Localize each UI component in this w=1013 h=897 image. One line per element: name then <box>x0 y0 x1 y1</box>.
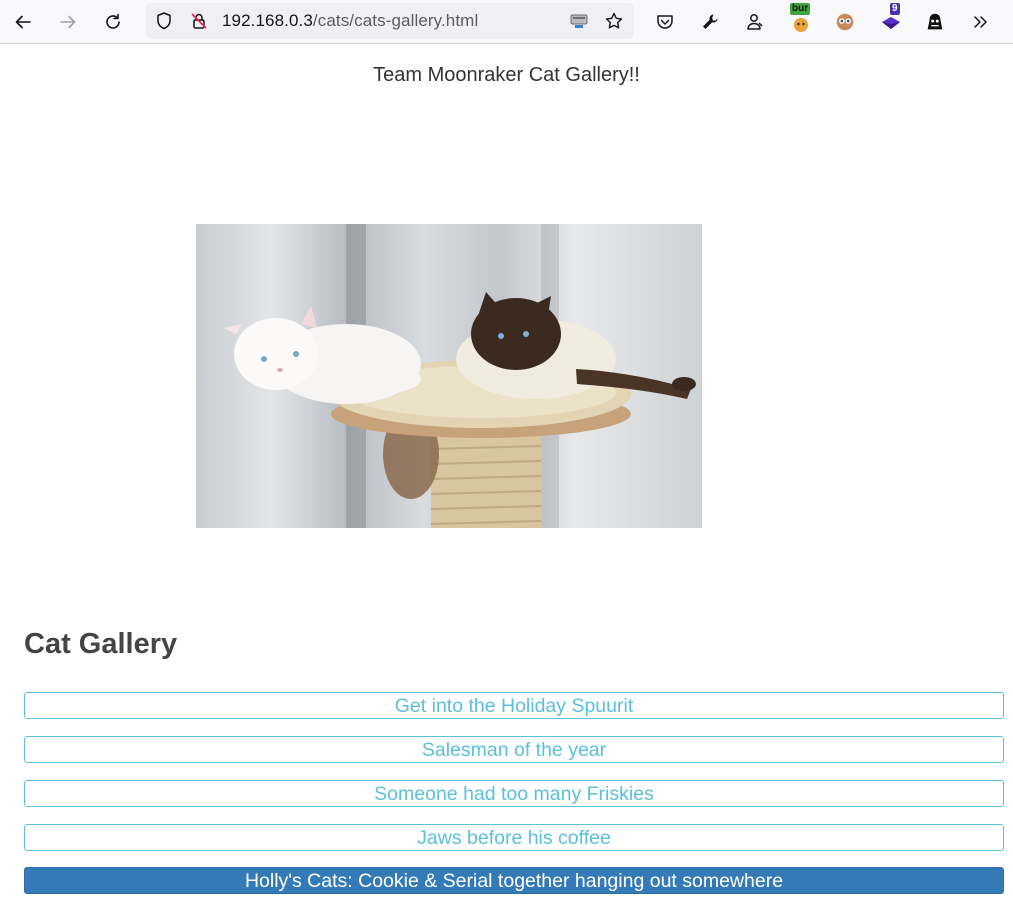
url-text[interactable]: 192.168.0.3/cats/cats-gallery.html <box>222 11 478 31</box>
bookmark-star-icon[interactable] <box>604 11 624 31</box>
back-button[interactable] <box>7 6 39 38</box>
gallery-button-hollys-cats[interactable]: Holly's Cats: Cookie & Serial together h… <box>24 867 1004 894</box>
chevron-double-right-icon <box>974 16 987 28</box>
user-profile-icon <box>747 14 763 30</box>
gallery-button-salesman[interactable]: Salesman of the year <box>24 736 1004 763</box>
gallery-button-holiday-spuurit[interactable]: Get into the Holiday Spuurit <box>24 692 1004 719</box>
gem-extension-button[interactable]: 9 <box>876 3 906 37</box>
insecure-lock-icon[interactable] <box>189 11 209 31</box>
reader-view-icon[interactable] <box>569 11 589 31</box>
address-bar[interactable]: 192.168.0.3/cats/cats-gallery.html <box>146 3 634 39</box>
browser-toolbar: 192.168.0.3/cats/cats-gallery.html bur 9 <box>0 0 1013 44</box>
devtools-button[interactable] <box>695 7 725 37</box>
url-path: /cats/cats-gallery.html <box>312 11 479 30</box>
spy-extension-button[interactable] <box>920 7 950 37</box>
gem-badge: 9 <box>890 3 900 15</box>
burp-extension-button[interactable]: bur <box>786 3 816 37</box>
forward-button[interactable] <box>52 6 84 38</box>
owl-extension-button[interactable] <box>830 7 860 37</box>
reload-icon <box>106 13 120 29</box>
owl-icon <box>836 13 854 31</box>
gallery-button-jaws[interactable]: Jaws before his coffee <box>24 824 1004 851</box>
cat-photo-illustration <box>196 224 702 528</box>
cat-photo <box>196 224 702 528</box>
section-heading: Cat Gallery <box>24 628 178 660</box>
burp-badge: bur <box>790 3 811 15</box>
arrow-left-icon <box>15 15 31 29</box>
url-host: 192.168.0.3 <box>222 11 313 30</box>
arrow-right-icon <box>60 15 76 29</box>
pocket-button[interactable] <box>650 7 680 37</box>
page-title: Team Moonraker Cat Gallery!! <box>373 64 640 86</box>
spy-icon <box>927 13 943 30</box>
wrench-icon <box>703 14 718 29</box>
overflow-menu-button[interactable] <box>965 7 995 37</box>
account-button[interactable] <box>740 7 770 37</box>
shield-icon[interactable] <box>154 11 174 31</box>
gallery-button-friskies[interactable]: Someone had too many Friskies <box>24 780 1004 807</box>
reload-button[interactable] <box>97 6 129 38</box>
pocket-icon <box>657 15 673 29</box>
